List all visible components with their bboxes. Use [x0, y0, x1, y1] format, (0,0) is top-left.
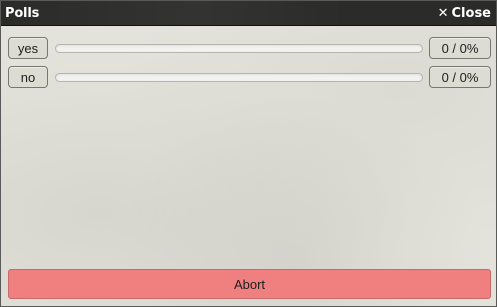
window-title: Polls — [5, 5, 40, 21]
option-button-yes[interactable]: yes — [8, 37, 48, 59]
close-button[interactable]: ✕ Close — [438, 6, 496, 21]
option-button-no[interactable]: no — [8, 66, 48, 88]
abort-button[interactable]: Abort — [8, 269, 491, 299]
progress-bar-no — [55, 72, 423, 82]
progress-bar-yes — [55, 43, 423, 53]
polls-window: Polls ✕ Close yes 0 / 0% no 0 / 0% Abort — [0, 0, 497, 307]
poll-option-row: yes 0 / 0% — [8, 36, 491, 60]
poll-option-row: no 0 / 0% — [8, 65, 491, 89]
close-icon: ✕ — [437, 5, 449, 21]
vote-count-yes: 0 / 0% — [429, 37, 491, 59]
titlebar: Polls ✕ Close — [1, 1, 496, 26]
vote-count-no: 0 / 0% — [429, 66, 491, 88]
close-label: Close — [451, 5, 491, 21]
